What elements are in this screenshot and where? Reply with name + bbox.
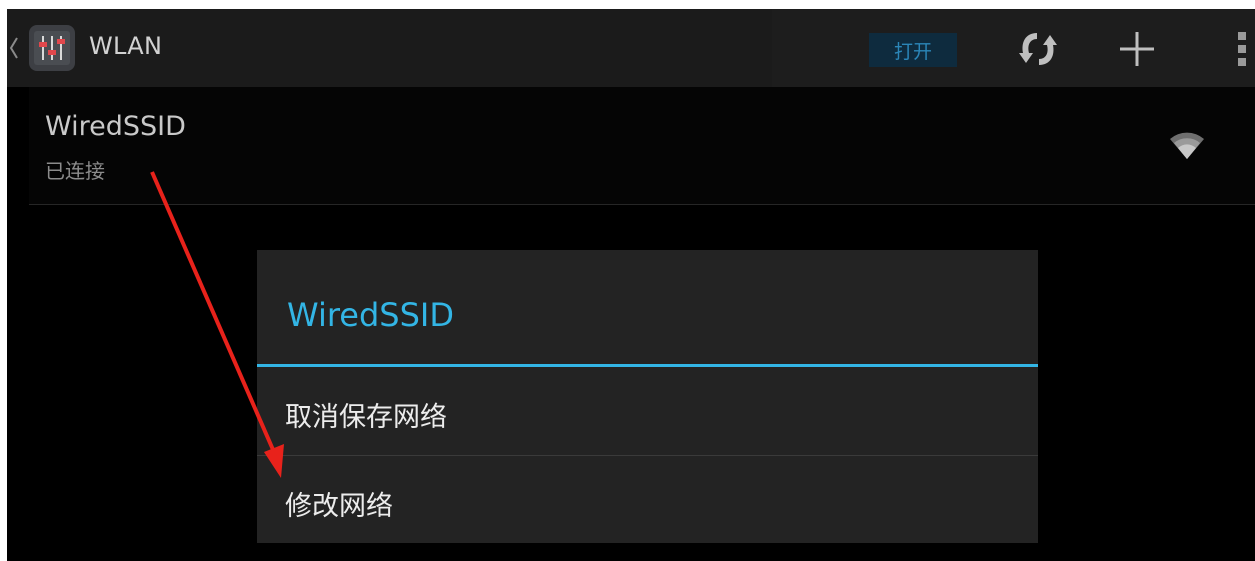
- equalizer-icon: [34, 31, 70, 65]
- actionbar-right-area: [772, 9, 1255, 87]
- menu-item-modify-network[interactable]: 修改网络: [257, 456, 1038, 544]
- wifi-toggle-switch[interactable]: 打开: [869, 33, 957, 67]
- menu-item-label: 修改网络: [285, 491, 393, 522]
- overflow-menu-icon[interactable]: [1235, 29, 1249, 69]
- menu-item-forget-network[interactable]: 取消保存网络: [257, 367, 1038, 455]
- network-status: 已连接: [45, 159, 105, 183]
- network-list-item[interactable]: WiredSSID 已连接: [29, 87, 1255, 205]
- add-icon[interactable]: [1117, 29, 1157, 69]
- network-options-dialog: WiredSSID 取消保存网络 修改网络: [257, 250, 1038, 543]
- actionbar-title: WLAN: [89, 32, 163, 60]
- wifi-sync-icon[interactable]: [1015, 27, 1061, 71]
- wifi-signal-icon: [1170, 132, 1204, 159]
- menu-item-label: 取消保存网络: [285, 402, 447, 433]
- dialog-title: WiredSSID: [287, 296, 454, 334]
- action-bar: WLAN 打开: [7, 9, 1255, 87]
- android-screen: WLAN 打开 WiredSSID 已连接 WiredSSID 取消保存网络 修…: [7, 9, 1255, 561]
- network-name: WiredSSID: [45, 111, 186, 142]
- settings-app-icon[interactable]: [29, 25, 75, 71]
- back-caret-icon[interactable]: [9, 35, 19, 61]
